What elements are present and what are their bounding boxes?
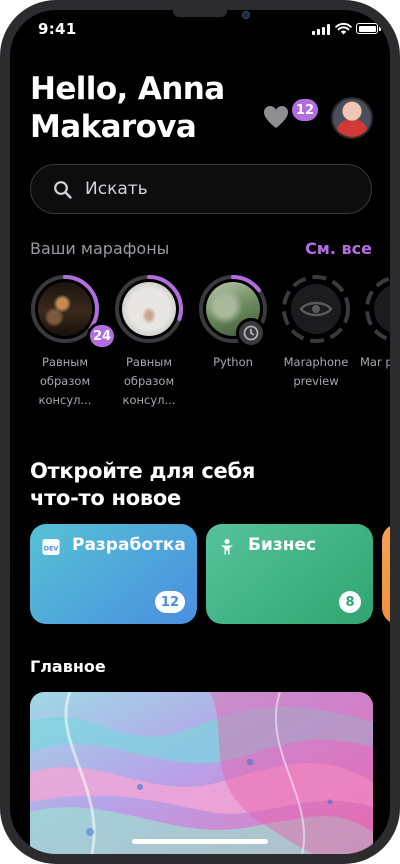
- status-time: 9:41: [38, 20, 77, 38]
- main-section-title: Главное: [30, 657, 106, 676]
- category-card-development[interactable]: DEV Разработка 12: [30, 524, 197, 624]
- discover-title: Откройте для себя что-то новое: [30, 458, 255, 512]
- category-count-badge: 12: [154, 591, 185, 613]
- marathon-cover-image: [38, 282, 92, 336]
- marathon-label: Mar pr: [360, 355, 390, 369]
- home-indicator[interactable]: [132, 839, 268, 844]
- greeting-line-2: Makarova: [30, 109, 197, 145]
- user-avatar[interactable]: [331, 97, 373, 139]
- fluid-art-image: [30, 692, 373, 854]
- greeting-title: Hello, Anna Makarova: [30, 70, 250, 146]
- category-card-clipped[interactable]: [382, 524, 390, 624]
- search-input[interactable]: Искать: [30, 164, 372, 214]
- marathon-placeholder-ring: [365, 276, 390, 342]
- featured-cover-image[interactable]: [30, 692, 373, 854]
- pending-clock-badge: [236, 318, 266, 348]
- discover-title-line-2: что-то новое: [30, 486, 181, 510]
- category-card-business[interactable]: Бизнес 8: [206, 524, 373, 624]
- discover-title-line-1: Откройте для себя: [30, 459, 256, 483]
- favorites-heart-icon[interactable]: [263, 105, 289, 129]
- marathon-label: Maraphone preview: [283, 355, 349, 388]
- category-name: Разработка: [72, 535, 186, 555]
- marathon-label: Равным образом консул...: [38, 355, 92, 407]
- greeting-line-1: Hello, Anna: [30, 71, 225, 107]
- clock-icon: [243, 325, 259, 341]
- search-placeholder: Искать: [85, 179, 148, 199]
- phone-frame: 9:41 Hello, Anna Makarova 12 Искать Ваши…: [0, 0, 400, 864]
- category-name: Бизнес: [248, 535, 317, 555]
- marathons-section-title: Ваши марафоны: [30, 239, 170, 258]
- favorites-count-badge: 12: [290, 97, 320, 123]
- marathon-cover-image: [122, 282, 176, 336]
- category-count-badge: 8: [339, 591, 361, 613]
- app-screen: 9:41 Hello, Anna Makarova 12 Искать Ваши…: [10, 10, 390, 854]
- marathon-label: Равным образом консул...: [122, 355, 176, 407]
- status-bar: 9:41: [10, 10, 390, 50]
- svg-text:DEV: DEV: [44, 544, 59, 552]
- marathon-label: Python: [213, 355, 253, 369]
- battery-icon: [356, 23, 381, 34]
- person-icon: [221, 539, 233, 555]
- marathon-count-badge: 24: [87, 322, 117, 350]
- search-icon: [54, 181, 72, 199]
- cellular-signal-icon: [312, 24, 330, 35]
- eye-preview-icon: [299, 301, 333, 317]
- see-all-link[interactable]: См. все: [305, 239, 372, 258]
- wifi-icon: [335, 22, 352, 35]
- dev-icon: DEV: [42, 539, 60, 555]
